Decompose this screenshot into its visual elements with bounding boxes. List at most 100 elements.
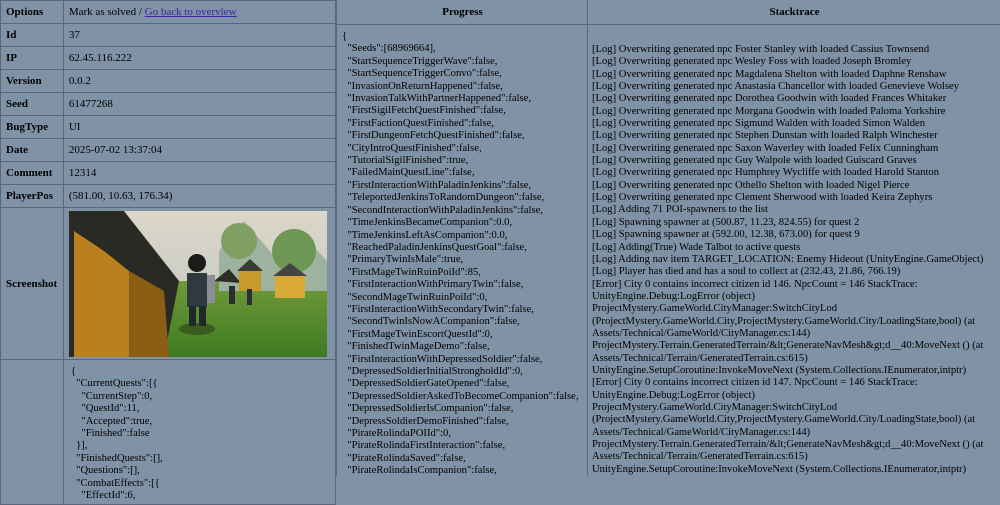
stacktrace-line: Assets/Technical/GameWorld/CityManager.c… [592, 327, 811, 339]
row-comment: Comment 12314 [0, 161, 337, 185]
progress-line: "ReachedPaladinJenkinsQuestGoal":false, [342, 241, 527, 253]
progress-line: "CityIntroQuestFinished":false, [342, 142, 482, 154]
bugtype-label: BugType [0, 115, 64, 139]
progress-line: { [342, 31, 348, 42]
stacktrace-line: [Log] Adding 71 POI-spawners to the list [592, 204, 768, 216]
stacktrace-line: UnityEngine.Debug:LogError (object) [592, 290, 755, 302]
row-inventory-json: { "CurrentQuests":[{ "CurrentStep":0, "Q… [0, 358, 337, 505]
stacktrace-line: ProjectMystery.Terrain.GeneratedTerrain/… [592, 340, 984, 352]
progress-line: "FirstInteractionWithSecondaryTwin":fals… [342, 303, 534, 315]
progress-line: "TimeJenkinsLeftAsCompanion":0.0, [342, 229, 508, 241]
progress-line: "DepressedSoldierIsCompanion":false, [342, 403, 514, 415]
row-bugtype: BugType UI [0, 115, 337, 139]
date-label: Date [0, 138, 64, 162]
screenshot-cell [62, 207, 337, 360]
progress-line: "FinishedTwinMageDemo":false, [342, 341, 490, 353]
progress-line: "InvasionOnReturnHappened":false, [342, 80, 503, 92]
details-table: Options Mark as solved / Go back to over… [0, 0, 337, 505]
stacktrace-line: [Log] Spawning spawner at (500.87, 11.23… [592, 216, 860, 228]
progress-line: "PrimaryTwinIsMale":true, [342, 254, 464, 266]
game-screenshot[interactable] [68, 210, 327, 357]
stacktrace-header: Stacktrace [588, 0, 1000, 25]
stacktrace-line: [Log] Spawning spawner at (592.00, 12.38… [592, 229, 860, 241]
stacktrace-line: ProjectMystery.Terrain.GeneratedTerrain/… [592, 439, 984, 450]
row-seed: Seed 61477268 [0, 92, 337, 116]
back-to-overview-link[interactable]: Go back to overview [145, 6, 237, 18]
row-options: Options Mark as solved / Go back to over… [0, 0, 337, 24]
stacktrace-line: ProjectMystery.GameWorld.CityManager:Swi… [592, 401, 838, 413]
row-screenshot: Screenshot [0, 207, 337, 360]
stacktrace-line: [Log] Overwriting generated npc Humphrey… [592, 167, 939, 179]
playerpos-label: PlayerPos [0, 184, 64, 208]
progress-line: "FirstFactionQuestFinished":false, [342, 117, 494, 129]
stacktrace-line: ProjectMystery.GameWorld.CityManager:Swi… [592, 303, 838, 315]
row-ip: IP 62.45.116.222 [0, 46, 337, 70]
ip-label: IP [0, 46, 64, 70]
stacktrace-line: [Log] Overwriting generated npc Stephen … [592, 130, 938, 142]
progress-line: "TeleportedJenkinsToRandomDungeon":false… [342, 192, 545, 204]
options-value: Mark as solved / Go back to overview [62, 0, 337, 24]
inventory-label [0, 358, 64, 505]
stacktrace-column: Stacktrace [Log] Overwriting generated n… [587, 0, 1000, 476]
row-id: Id 37 [0, 23, 337, 47]
progress-line: "FirstInteractionWithPrimaryTwin":false, [342, 279, 524, 291]
version-label: Version [0, 69, 64, 93]
stacktrace-line: Assets/Technical/GameWorld/CityManager.c… [592, 426, 811, 438]
stacktrace-line: [Log] Overwriting generated npc Guy Walp… [592, 155, 917, 167]
progress-line: "TutorialSigilFinished":true, [342, 155, 469, 167]
row-date: Date 2025-07-02 13:37:04 [0, 138, 337, 162]
progress-line: "SecondTwinIsNowACompanion":false, [342, 316, 520, 328]
id-label: Id [0, 23, 64, 47]
stacktrace-log: [Log] Overwriting generated npc Foster S… [588, 25, 1000, 476]
seed-label: Seed [0, 92, 64, 116]
progress-line: "DepressedSoldierInitialStrongholdId":0, [342, 365, 523, 377]
stacktrace-line: UnityEngine.SetupCoroutine:InvokeMoveNex… [592, 364, 967, 376]
stacktrace-line: [Log] Adding(True) Wade Talbot to active… [592, 241, 801, 253]
stacktrace-line: (ProjectMystery.GameWorld.City,ProjectMy… [592, 414, 976, 426]
stacktrace-line: [Log] Adding nav item TARGET_LOCATION: E… [592, 253, 984, 265]
progress-line: "FirstInteractionWithDepressedSoldier":f… [342, 353, 543, 365]
stacktrace-line: [Log] Player has died and has a soul to … [592, 266, 901, 278]
progress-line: "StartSequenceTriggerConvo":false, [342, 68, 502, 80]
progress-json: { "Seeds":[68969664], "StartSequenceTrig… [337, 25, 588, 478]
stacktrace-line: Assets/Technical/Terrain/GeneratedTerrai… [592, 451, 808, 463]
stacktrace-line: [Log] Overwriting generated npc Morgana … [592, 105, 946, 117]
progress-line: "FirstDungeonFetchQuestFinished":false, [342, 130, 525, 142]
progress-line: "FailedMainQuestLine":false, [342, 167, 475, 179]
seed-value: 61477268 [62, 92, 337, 116]
stacktrace-line: Assets/Technical/Terrain/GeneratedTerrai… [592, 352, 808, 364]
stacktrace-line: (ProjectMystery.GameWorld.City,ProjectMy… [592, 315, 976, 327]
stacktrace-line: [Log] Overwriting generated npc Othello … [592, 179, 910, 191]
stacktrace-line: [Log] Overwriting generated npc Foster S… [592, 44, 930, 55]
progress-line: "SecondMageTwinRuinPoiId":0, [342, 291, 488, 303]
stacktrace-line: [Error] City 0 contains incorrect citize… [592, 278, 918, 290]
progress-line: "DepressedSoldierAskedToBecomeCompanion"… [342, 390, 579, 402]
inventory-json-cell: { "CurrentQuests":[{ "CurrentStep":0, "Q… [62, 358, 337, 505]
row-version: Version 0.0.2 [0, 69, 337, 93]
stacktrace-line: [Error] City 0 contains incorrect citize… [592, 377, 918, 389]
progress-line: "DepressSoldierDemoFinished":false, [342, 415, 509, 427]
screenshot-label: Screenshot [0, 207, 64, 360]
progress-line: "PirateRolindaSaved":false, [342, 452, 466, 464]
progress-line: "SecondInteractionWithPaladinJenkins":fa… [342, 204, 543, 216]
progress-line: "FirstMageTwinRuinPoiId":85, [342, 266, 481, 278]
version-value: 0.0.2 [62, 69, 337, 93]
progress-header: Progress [337, 0, 588, 25]
stacktrace-line: [Log] Overwriting generated npc Wesley F… [592, 56, 912, 68]
date-value: 2025-07-02 13:37:04 [62, 138, 337, 162]
progress-line: "PirateRolindaFirstInteraction":false, [342, 440, 506, 452]
stacktrace-line: [Log] Overwriting generated npc Clement … [592, 192, 933, 204]
mark-as-solved-link[interactable]: Mark as solved / [69, 6, 145, 18]
stacktrace-line: UnityEngine.SetupCoroutine:InvokeMoveNex… [592, 463, 967, 475]
progress-column: Progress { "Seeds":[68969664], "StartSeq… [336, 0, 588, 476]
row-playerpos: PlayerPos (581.00, 10.63, 176.34) [0, 184, 337, 208]
stacktrace-line: [Log] Overwriting generated npc Dorothea… [592, 93, 947, 105]
stacktrace-line: [Log] Overwriting generated npc Sigmund … [592, 118, 926, 130]
id-value: 37 [62, 23, 337, 47]
progress-line: "StartSequenceTriggerWave":false, [342, 55, 498, 67]
comment-label: Comment [0, 161, 64, 185]
progress-line: "InvasionTalkWithPartnerHappened":false, [342, 93, 531, 105]
stacktrace-line: [Log] Overwriting generated npc Magdalen… [592, 68, 947, 80]
progress-line: "Seeds":[68969664], [342, 43, 436, 55]
bugtype-value: UI [62, 115, 337, 139]
